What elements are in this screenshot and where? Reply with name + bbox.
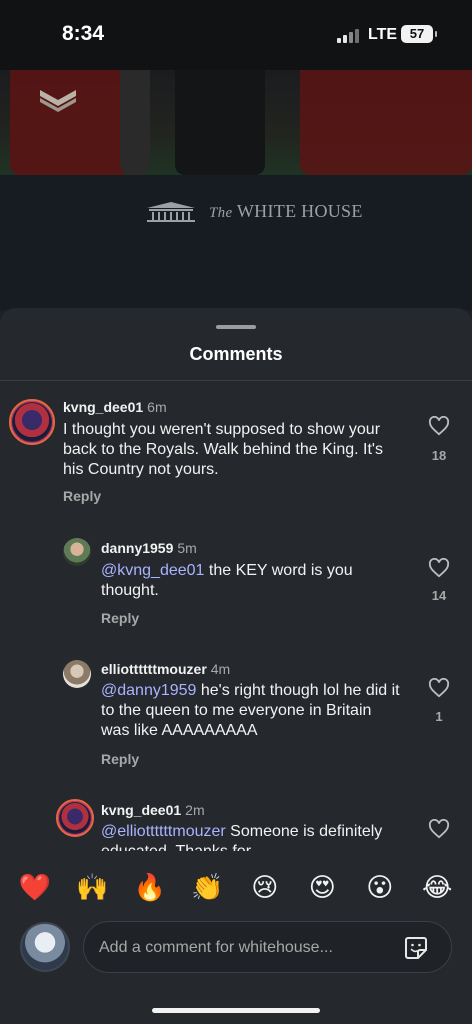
comment-input[interactable]: Add a comment for whitehouse...: [83, 921, 452, 973]
status-bar: 8:34 LTE 57: [0, 0, 472, 70]
reply-button[interactable]: Reply: [63, 488, 101, 504]
like-count: 1: [435, 709, 443, 724]
heart-icon[interactable]: [428, 558, 450, 578]
avatar[interactable]: [63, 538, 91, 566]
brand-text: The WHITE HOUSE: [209, 200, 363, 221]
status-time: 8:34: [62, 22, 105, 45]
reaction-tears-of-joy[interactable]: 😂: [417, 873, 457, 903]
white-house-logo: The WHITE HOUSE: [143, 200, 363, 222]
reaction-clapping-hands[interactable]: 👏: [187, 873, 227, 903]
home-indicator[interactable]: [152, 1008, 320, 1013]
chevron-insignia-icon: [40, 90, 76, 112]
video-background[interactable]: The WHITE HOUSE: [0, 70, 472, 310]
comment-text: @danny1959 he's right though lol he did …: [101, 682, 400, 739]
comment-item: elliottttttmouzer 4m @danny1959 he's righ…: [0, 658, 472, 798]
comment-item: danny1959 5m @kvng_dee01 the KEY word is …: [0, 538, 472, 658]
reaction-surprised-face[interactable]: 😮: [360, 873, 400, 903]
drag-handle[interactable]: [216, 325, 256, 329]
my-avatar[interactable]: [20, 922, 70, 972]
video-scene: [0, 70, 472, 175]
signal-icon: [337, 29, 359, 43]
comments-sheet: Comments kvng_dee01 6m I thought you were…: [0, 308, 472, 1024]
comment-username[interactable]: danny1959 5m: [101, 540, 197, 556]
heart-icon[interactable]: [428, 416, 450, 436]
reaction-fire[interactable]: 🔥: [130, 873, 170, 903]
battery-indicator: 57: [401, 25, 437, 43]
comment-item: kvng_dee01 6m I thought you weren't suppo…: [0, 396, 472, 521]
comment-username[interactable]: elliottttttmouzer 4m: [101, 661, 230, 677]
comment-item: kvng_dee01 2m @elliottttttmouzer Someone …: [0, 799, 472, 851]
reply-button[interactable]: Reply: [101, 610, 139, 626]
reply-button[interactable]: Reply: [101, 751, 139, 767]
quick-reactions-bar: ❤️ 🙌 🔥 👏 😢 😍 😮 😂: [0, 860, 472, 916]
heart-icon[interactable]: [428, 678, 450, 698]
comment-text: I thought you weren't supposed to show y…: [63, 421, 383, 478]
reaction-raising-hands[interactable]: 🙌: [72, 873, 112, 903]
avatar[interactable]: [9, 399, 55, 445]
avatar[interactable]: [56, 799, 94, 837]
like-count: 14: [431, 588, 447, 603]
sheet-title: Comments: [189, 344, 283, 364]
heart-icon[interactable]: [428, 819, 450, 839]
reaction-red-heart[interactable]: ❤️: [15, 873, 55, 903]
comment-composer: Add a comment for whitehouse...: [0, 918, 472, 980]
network-label: LTE: [368, 26, 398, 43]
comment-username[interactable]: kvng_dee01 2m: [101, 802, 205, 818]
sticker-icon[interactable]: [403, 935, 429, 961]
reaction-heart-eyes[interactable]: 😍: [302, 873, 342, 903]
reaction-crying-face[interactable]: 😢: [245, 873, 285, 903]
comment-text: @kvng_dee01 the KEY word is you thought.: [101, 562, 353, 599]
like-count: 18: [431, 448, 447, 463]
avatar[interactable]: [63, 660, 91, 688]
comment-list[interactable]: kvng_dee01 6m I thought you weren't suppo…: [0, 381, 472, 851]
white-house-icon: [147, 202, 195, 222]
comment-input-placeholder: Add a comment for whitehouse...: [99, 939, 333, 956]
comment-text: @elliottttttmouzer Someone is definitely…: [101, 823, 383, 851]
comment-username[interactable]: kvng_dee01 6m: [63, 399, 167, 415]
